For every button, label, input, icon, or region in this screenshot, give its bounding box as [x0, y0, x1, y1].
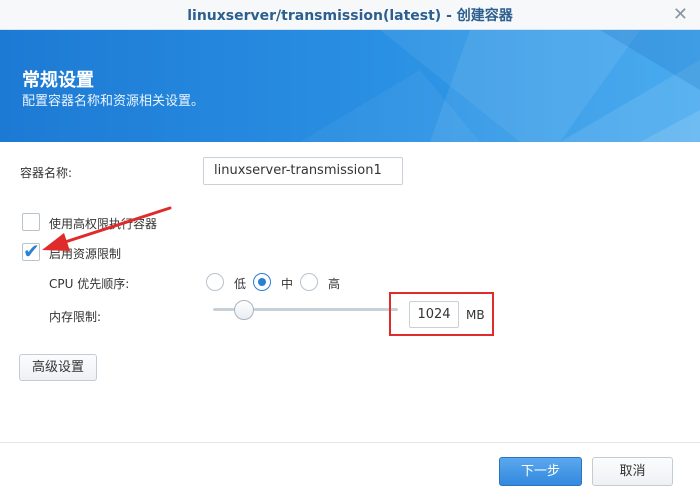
- cpu-low-radio[interactable]: [206, 273, 224, 291]
- high-privilege-checkbox[interactable]: [22, 213, 40, 231]
- cancel-button[interactable]: 取消: [592, 457, 673, 486]
- advanced-settings-button[interactable]: 高级设置: [19, 354, 97, 381]
- checkmark-icon: ✔: [23, 239, 40, 263]
- cpu-high-label: 高: [328, 277, 341, 291]
- section-title: 常规设置: [22, 70, 94, 91]
- memory-limit-label: 内存限制:: [49, 310, 102, 324]
- title-bar: linuxserver/transmission(latest) - 创建容器 …: [0, 0, 700, 30]
- create-container-dialog: linuxserver/transmission(latest) - 创建容器 …: [0, 0, 700, 498]
- banner-decoration: [300, 30, 700, 142]
- section-subtitle: 配置容器名称和资源相关设置。: [22, 94, 205, 109]
- cpu-medium-label: 中: [281, 277, 294, 291]
- resource-limit-label: 启用资源限制: [49, 247, 122, 261]
- header-banner: 常规设置 配置容器名称和资源相关设置。: [0, 30, 700, 142]
- container-name-input[interactable]: linuxserver-transmission1: [203, 157, 403, 185]
- cpu-low-label: 低: [234, 277, 247, 291]
- cpu-priority-label: CPU 优先顺序:: [49, 277, 130, 291]
- footer-divider: [0, 442, 700, 443]
- memory-slider-thumb[interactable]: [234, 300, 254, 320]
- cpu-high-radio[interactable]: [300, 273, 318, 291]
- highlight-box: [389, 292, 494, 336]
- high-privilege-label: 使用高权限执行容器: [49, 217, 158, 231]
- next-button[interactable]: 下一步: [499, 457, 582, 486]
- cpu-medium-radio[interactable]: [253, 273, 271, 291]
- close-icon[interactable]: ✕: [673, 4, 688, 25]
- container-name-label: 容器名称:: [20, 166, 73, 180]
- resource-limit-checkbox[interactable]: ✔: [22, 239, 40, 263]
- window-title: linuxserver/transmission(latest) - 创建容器: [187, 8, 513, 24]
